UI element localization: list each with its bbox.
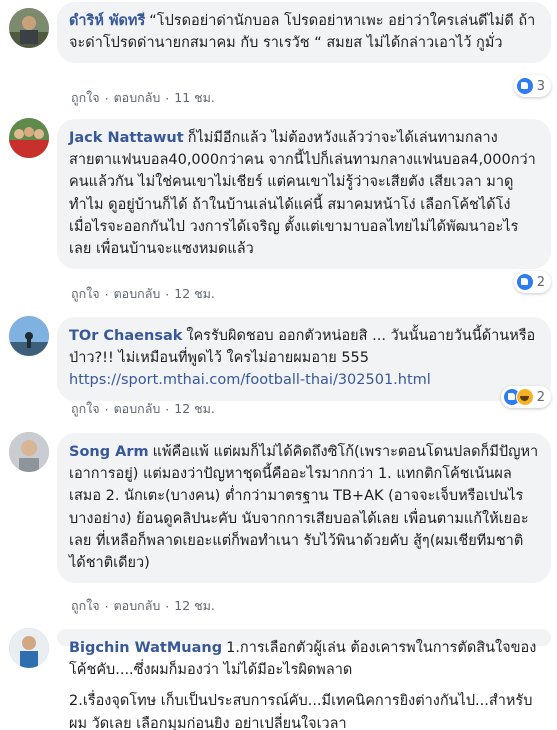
- comment-author[interactable]: ดำริห์ พัดทรี: [69, 13, 145, 29]
- comment-text: ก็ไม่มีอีกแล้ว ไม่ต้องหวังแล้วว่าจะได้เล…: [69, 130, 536, 258]
- avatar[interactable]: [9, 432, 49, 472]
- separator-dot: ·: [104, 598, 109, 614]
- separator-dot: ·: [104, 286, 109, 302]
- like-button[interactable]: ถูกใจ: [71, 399, 100, 419]
- comment-bubble: Bigchin WatMuang 1.การเลือกตัวผู้เล่น ต้อ…: [57, 629, 551, 730]
- comment-actions: ถูกใจ · ตอบกลับ · 12 ชม.: [71, 399, 215, 419]
- comment-text: 2.เรื่องจุดโทษ เก็บเป็นประสบการณ์คับ...ม…: [69, 693, 533, 730]
- avatar[interactable]: [9, 316, 49, 356]
- comment-actions: ถูกใจ · ตอบกลับ · 11 ชม.: [71, 88, 215, 108]
- like-button[interactable]: ถูกใจ: [71, 284, 100, 304]
- comment-text: แพ้คือแพ้ แต่ผมก็ไม่ได้คิดถึงซิโก้(เพราะ…: [69, 444, 539, 572]
- reply-button[interactable]: ตอบกลับ: [114, 399, 161, 419]
- comment-bubble: Song Arm แพ้คือแพ้ แต่ผมก็ไม่ได้คิดถึงซิโ…: [57, 433, 551, 584]
- separator-dot: ·: [104, 90, 109, 106]
- comment-timestamp[interactable]: 11 ชม.: [174, 88, 215, 108]
- haha-reaction-icon: [515, 388, 534, 406]
- separator-dot: ·: [165, 90, 170, 106]
- reaction-summary[interactable]: 3: [513, 75, 551, 97]
- comment-timestamp[interactable]: 12 ชม.: [174, 399, 215, 419]
- like-reaction-icon: [515, 77, 534, 95]
- reaction-count: 2: [536, 389, 545, 405]
- like-button[interactable]: ถูกใจ: [71, 596, 100, 616]
- comment-link[interactable]: https://sport.mthai.com/football-thai/30…: [69, 372, 431, 388]
- comment-bubble: TOr Chaensak ใครรับผิดชอบ ออกตัวหน่อยสิ .…: [57, 317, 551, 401]
- separator-dot: ·: [165, 401, 170, 417]
- comment-actions: ถูกใจ · ตอบกลับ · 12 ชม.: [71, 284, 215, 304]
- reaction-summary[interactable]: 2: [513, 271, 551, 293]
- like-reaction-icon: [515, 273, 534, 291]
- reaction-count: 3: [536, 78, 545, 94]
- separator-dot: ·: [165, 286, 170, 302]
- comment-author[interactable]: Bigchin WatMuang: [69, 640, 222, 656]
- reply-button[interactable]: ตอบกลับ: [114, 596, 161, 616]
- reaction-summary[interactable]: 2: [500, 386, 551, 408]
- comment-bubble: Jack Nattawut ก็ไม่มีอีกแล้ว ไม่ต้องหวังแ…: [57, 119, 551, 270]
- like-button[interactable]: ถูกใจ: [71, 88, 100, 108]
- avatar[interactable]: [9, 118, 49, 158]
- comment-author[interactable]: TOr Chaensak: [69, 328, 182, 344]
- comment-author[interactable]: Song Arm: [69, 444, 149, 460]
- comment-actions: ถูกใจ · ตอบกลับ · 12 ชม.: [71, 596, 215, 616]
- reaction-count: 2: [536, 274, 545, 290]
- separator-dot: ·: [104, 401, 109, 417]
- avatar[interactable]: [9, 8, 49, 48]
- separator-dot: ·: [165, 598, 170, 614]
- reply-button[interactable]: ตอบกลับ: [114, 88, 161, 108]
- avatar[interactable]: [9, 628, 49, 668]
- comment-author[interactable]: Jack Nattawut: [69, 130, 184, 146]
- comment-bubble: ดำริห์ พัดทรี “โปรดอย่าด่านักบอล โปรดอย่า…: [57, 2, 551, 64]
- comment-timestamp[interactable]: 12 ชม.: [174, 596, 215, 616]
- reply-button[interactable]: ตอบกลับ: [114, 284, 161, 304]
- comment-timestamp[interactable]: 12 ชม.: [174, 284, 215, 304]
